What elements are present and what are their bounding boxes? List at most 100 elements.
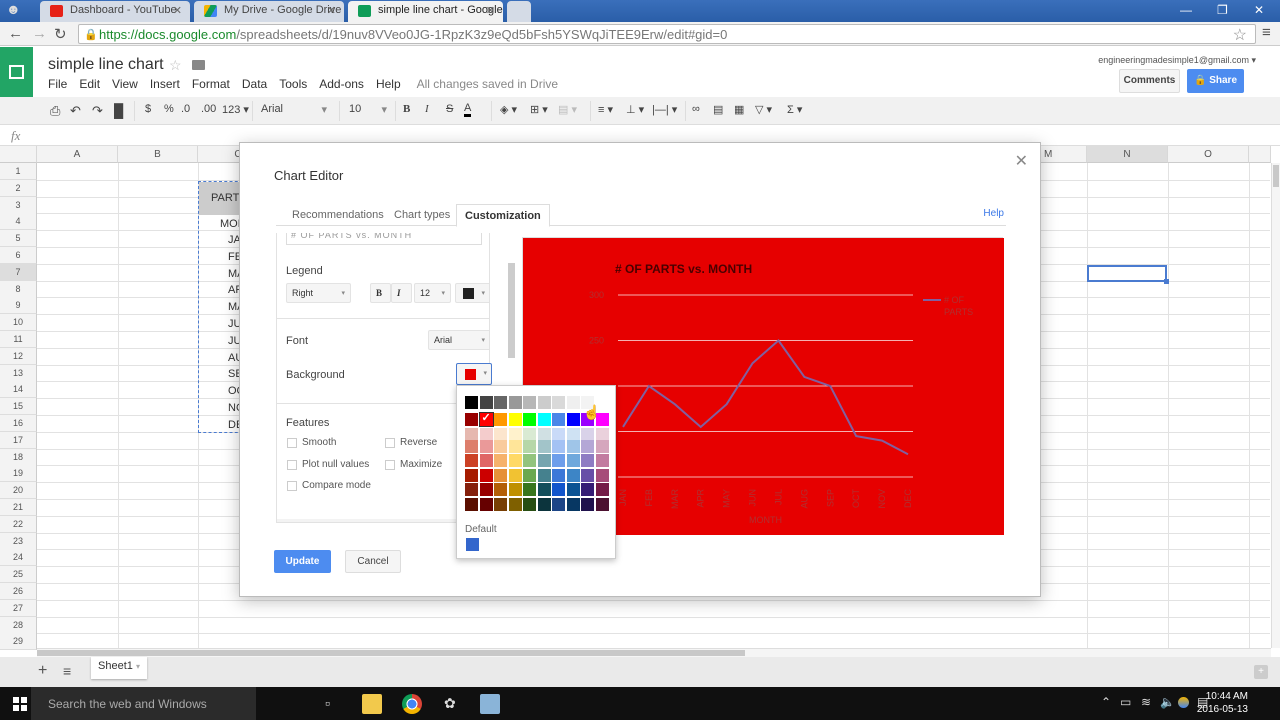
color-swatch[interactable] — [494, 497, 507, 511]
row-header[interactable]: 23 — [0, 532, 37, 550]
italic-button[interactable]: I — [425, 103, 429, 115]
row-header[interactable]: 3 — [0, 196, 37, 214]
menu-insert[interactable]: Insert — [150, 77, 180, 91]
cell-parts-header[interactable]: PART — [199, 182, 243, 215]
color-swatch[interactable] — [595, 439, 609, 453]
horizontal-align-icon[interactable]: ≡ ▾ — [598, 103, 613, 116]
color-swatch[interactable] — [537, 439, 551, 453]
menu-help[interactable]: Help — [376, 77, 401, 91]
row-header[interactable]: 25 — [0, 566, 37, 584]
row-header[interactable]: 29 — [0, 633, 37, 651]
font-select[interactable]: Arial ▾ — [261, 103, 327, 116]
color-swatch[interactable] — [581, 497, 594, 511]
color-swatch[interactable] — [478, 411, 494, 427]
color-swatch[interactable] — [465, 468, 478, 482]
browser-profile-icon[interactable]: ☻ — [6, 1, 32, 21]
chrome-menu-icon[interactable]: ≡ — [1262, 24, 1271, 41]
color-swatch[interactable] — [537, 497, 551, 511]
vertical-align-icon[interactable]: ⊥ ▾ — [626, 103, 644, 116]
legend-italic-button[interactable]: I — [391, 283, 412, 303]
select-all-corner[interactable] — [0, 146, 37, 163]
color-swatch[interactable] — [581, 439, 594, 453]
volume-icon[interactable]: 🔈 — [1160, 695, 1175, 709]
color-swatch[interactable] — [537, 483, 551, 496]
column-header[interactable] — [1249, 146, 1271, 163]
star-icon[interactable]: ☆ — [169, 57, 182, 74]
add-sheet-icon[interactable]: + — [38, 662, 47, 680]
color-swatch[interactable] — [552, 483, 565, 496]
color-swatch[interactable] — [508, 497, 522, 511]
close-window-icon[interactable]: ✕ — [1254, 3, 1264, 17]
sheets-logo[interactable] — [0, 47, 33, 97]
help-link[interactable]: Help — [983, 208, 1004, 219]
color-swatch[interactable] — [465, 497, 478, 511]
color-swatch[interactable] — [508, 396, 522, 409]
column-header[interactable]: N — [1087, 146, 1168, 163]
tab-chart-types[interactable]: Chart types — [394, 204, 450, 226]
app-icon[interactable]: ✿ — [444, 695, 456, 712]
close-tab-icon[interactable]: ✕ — [327, 4, 336, 17]
legend-bold-button[interactable]: B — [370, 283, 391, 303]
legend-position-select[interactable]: Right ▾ — [286, 283, 351, 303]
menu-format[interactable]: Format — [192, 77, 230, 91]
color-swatch[interactable] — [552, 439, 565, 453]
filter-icon[interactable]: ▽ ▾ — [755, 103, 772, 116]
color-swatch[interactable] — [479, 468, 493, 482]
row-header[interactable]: 7 — [0, 263, 37, 281]
color-swatch[interactable] — [508, 468, 522, 482]
color-swatch[interactable] — [494, 396, 507, 409]
menu-file[interactable]: File — [48, 77, 67, 91]
active-cell-n7[interactable] — [1087, 265, 1169, 284]
cancel-button[interactable]: Cancel — [345, 550, 401, 573]
color-swatch[interactable] — [479, 497, 493, 511]
color-swatch[interactable] — [465, 439, 478, 453]
text-wrap-icon[interactable]: |—| ▾ — [652, 103, 677, 116]
currency-button[interactable]: $ — [145, 103, 151, 115]
column-header[interactable]: O — [1168, 146, 1249, 163]
color-swatch[interactable] — [552, 396, 565, 409]
legend-font-size-select[interactable]: 12 ▾ — [414, 283, 451, 303]
task-view-icon[interactable]: ▫ — [325, 695, 330, 711]
comments-button[interactable]: Comments — [1119, 69, 1180, 93]
strikethrough-button[interactable]: S — [446, 103, 453, 115]
color-swatch[interactable] — [465, 454, 478, 467]
color-swatch[interactable] — [537, 412, 551, 426]
color-swatch[interactable] — [523, 396, 536, 409]
color-swatch[interactable] — [465, 396, 478, 409]
row-header[interactable]: 27 — [0, 599, 37, 617]
color-swatch[interactable] — [566, 497, 580, 511]
forward-icon[interactable]: → — [32, 25, 47, 42]
taskbar-clock[interactable]: 10:44 AM 2016-05-13 — [1197, 690, 1248, 716]
more-formats-button[interactable]: 123 ▾ — [222, 103, 249, 116]
row-header[interactable]: 16 — [0, 415, 37, 432]
smooth-checkbox[interactable] — [287, 438, 297, 448]
borders-icon[interactable]: ⊞ ▾ — [530, 103, 548, 116]
wifi-icon[interactable]: ≋ — [1141, 695, 1151, 709]
plot-null-values-checkbox[interactable] — [287, 460, 297, 470]
color-swatch[interactable] — [566, 454, 580, 467]
print-icon[interactable]: ⎙ — [50, 103, 60, 119]
back-icon[interactable]: ← — [8, 25, 23, 42]
color-swatch[interactable] — [537, 454, 551, 467]
color-swatch[interactable] — [581, 454, 594, 467]
sheet-tab[interactable]: Sheet1 ▾ — [91, 657, 147, 679]
color-swatch[interactable] — [566, 412, 580, 426]
insert-link-icon[interactable]: ∞ — [692, 103, 700, 115]
color-swatch[interactable] — [552, 497, 565, 511]
folder-icon[interactable] — [192, 60, 205, 70]
new-tab-button[interactable] — [507, 1, 531, 22]
column-header[interactable]: A — [37, 146, 118, 163]
notepad-icon[interactable] — [480, 694, 500, 714]
color-swatch[interactable] — [508, 454, 522, 467]
color-swatch[interactable] — [523, 468, 536, 482]
color-swatch[interactable] — [537, 396, 551, 409]
font-size-select[interactable]: 10 ▾ — [349, 103, 387, 116]
merge-cells-icon[interactable]: ▤ ▾ — [558, 103, 577, 116]
bold-button[interactable]: B — [403, 103, 410, 115]
share-button[interactable]: 🔒 Share — [1187, 69, 1244, 93]
color-swatch[interactable] — [595, 483, 609, 496]
color-swatch[interactable] — [581, 483, 594, 496]
color-swatch[interactable] — [508, 412, 522, 426]
color-swatch[interactable] — [552, 412, 565, 426]
row-header[interactable]: 26 — [0, 583, 37, 600]
